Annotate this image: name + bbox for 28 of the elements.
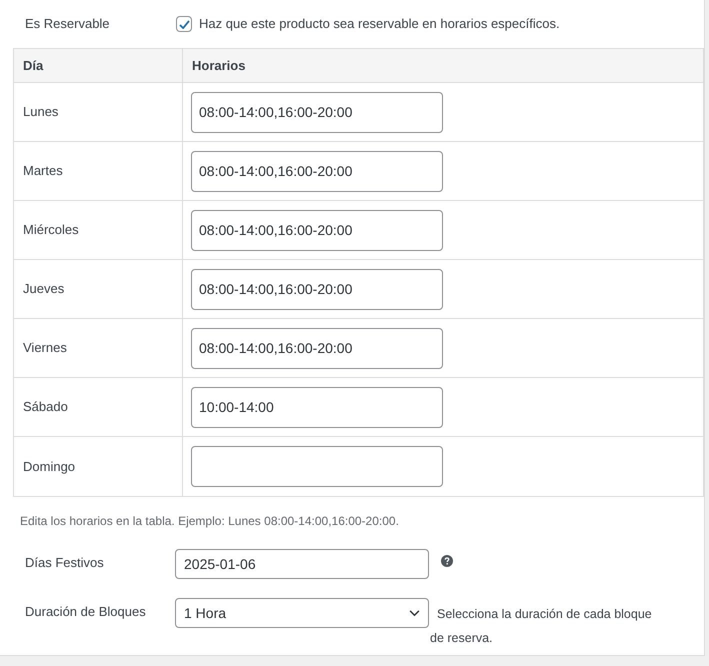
schedule-input[interactable] — [191, 446, 443, 487]
field-label: Días Festivos — [25, 554, 105, 572]
holidays-input[interactable]: 2025-01-06 — [175, 549, 429, 579]
checkbox-label: Haz que este producto sea reservable en horarios específicos. — [199, 15, 560, 34]
schedule-input[interactable]: 08:00-14:00,16:00-20:00 — [191, 150, 443, 192]
field-label: Duración de Bloques — [25, 603, 147, 621]
field-description: Selecciona la duración de cada bloque de reserva. — [429, 606, 653, 647]
day-label: Jueves — [23, 280, 64, 298]
field-label: Es Reservable — [25, 15, 111, 34]
day-label: Lunes — [23, 103, 58, 122]
duration-select[interactable]: 1 Hora — [175, 598, 429, 628]
help-icon — [441, 555, 453, 567]
day-label: Domingo — [23, 458, 76, 476]
schedule-input[interactable]: 08:00-14:00,16:00-20:00 — [191, 92, 443, 132]
column-header: Horarios — [192, 56, 246, 75]
day-label: Martes — [23, 162, 63, 180]
column-header: Día — [23, 56, 44, 75]
checkbox[interactable] — [176, 16, 192, 32]
day-label: Sábado — [23, 398, 68, 416]
table-hint: Edita los horarios en la tabla. Ejemplo: Lunes 08:00-14:00,16:00-20:00. — [20, 513, 399, 530]
chevron-down-icon — [409, 610, 420, 616]
schedule-input[interactable]: 08:00-14:00,16:00-20:00 — [191, 328, 443, 368]
day-label: Miércoles — [23, 221, 79, 240]
checkmark-icon — [178, 20, 190, 28]
day-label: Viernes — [23, 339, 67, 358]
schedule-input[interactable]: 08:00-14:00,16:00-20:00 — [191, 268, 443, 310]
schedule-input[interactable]: 10:00-14:00 — [191, 386, 443, 428]
schedule-input[interactable]: 08:00-14:00,16:00-20:00 — [191, 210, 443, 250]
